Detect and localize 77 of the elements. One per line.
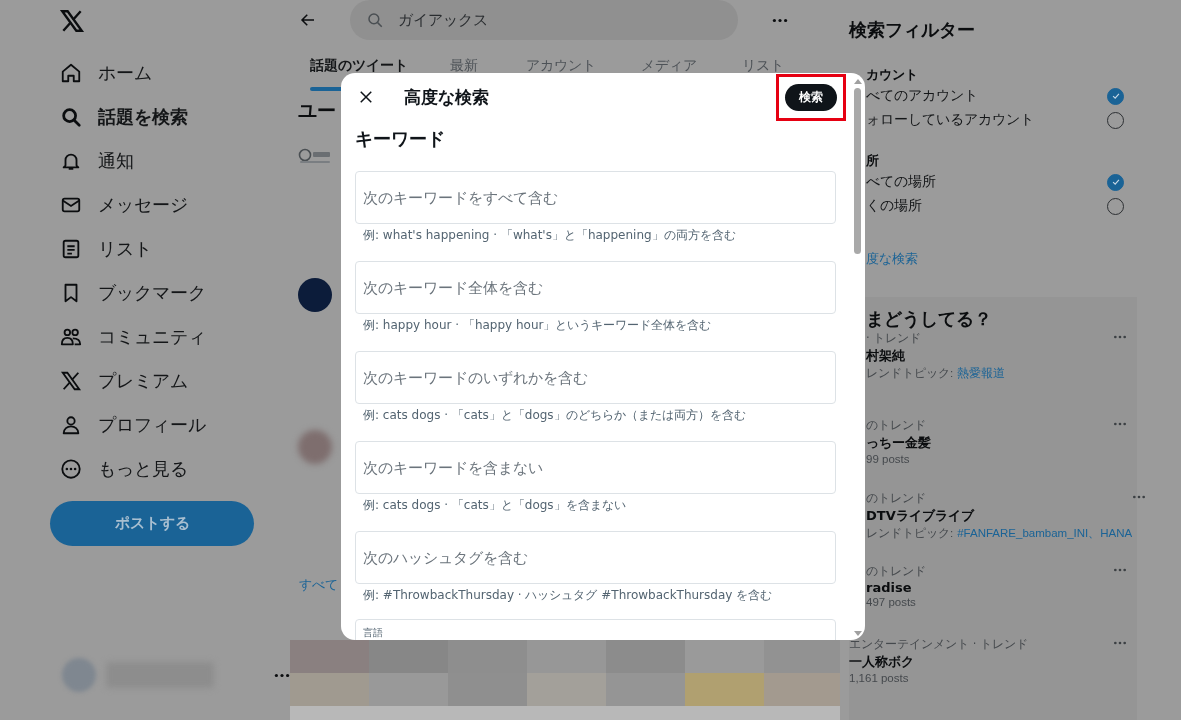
check-icon [1110,91,1121,101]
trend-detail: レンドトピック: [866,366,954,381]
section-heading: キーワード [355,127,446,151]
nav-item[interactable]: 話題を検索 [98,105,188,129]
post-button[interactable]: ポストする [50,501,254,546]
trend-context: のトレンド [866,491,927,506]
trend-context: エンターテインメント · トレンド [849,637,1028,652]
radio-button[interactable] [1107,173,1124,191]
post-count: 99 posts [866,453,911,465]
field-hint: 例: cats dogs · 「cats」と「dogs」のどちらか（または両方）を含む [363,407,747,424]
field-hint: 例: happy hour · 「happy hour」というキーワード全体を含む [363,317,713,334]
x-logo-icon[interactable] [60,370,82,392]
section-heading: ユー [298,98,336,123]
highlight-frame [776,74,846,121]
filter-option[interactable]: ォローしているアカウント [866,111,1034,129]
radio-button[interactable] [1107,87,1124,105]
trend-context: のトレンド [866,418,927,433]
filter-option[interactable]: べての場所 [866,173,936,191]
nav-item[interactable]: 通知 [98,149,134,173]
filter-option[interactable]: べてのアカウント [866,87,978,105]
x-logo-icon[interactable] [58,8,86,34]
filter-heading: カウント [866,66,919,84]
trend-name[interactable]: っちー金髪 [866,434,931,452]
nav-item[interactable]: メッセージ [98,193,188,217]
more-icon[interactable] [274,672,290,678]
nav-item[interactable]: プロフィール [98,413,206,437]
trend-name[interactable]: 村架純 [866,347,1006,365]
filter-heading: 所 [866,152,880,170]
trend-name[interactable]: 一人称ボク [849,653,1028,671]
input-field[interactable]: 次のキーワードをすべて含む [355,171,836,224]
home-icon[interactable] [60,62,82,84]
nav-item[interactable]: ホーム [98,61,152,85]
nav-item[interactable]: コミュニティ [98,325,206,349]
more-icon[interactable] [1113,335,1127,339]
field-hint: 例: #ThrowbackThursday · ハッシュタグ #ThrowbackThursday を含む [363,587,774,604]
back-arrow-icon[interactable] [299,11,317,29]
more-icon[interactable] [772,17,788,23]
more-icon[interactable] [1113,422,1127,426]
panel-title: まどうしてる？ [866,307,993,331]
nav-item[interactable]: プレミアム [98,369,188,393]
filter-option[interactable]: くの場所 [866,197,922,215]
field-hint: 例: what's happening · 「what's」と「happening」の両方を含む [363,227,737,244]
people-icon[interactable] [60,326,82,348]
avatar-icon[interactable] [298,278,332,312]
search-icon [366,11,384,29]
more-icon[interactable] [1113,568,1127,572]
trend-context: のトレンド [866,564,926,579]
check-icon [1110,177,1121,187]
input-field[interactable]: 次のキーワード全体を含む [355,261,836,314]
input-field[interactable]: 次のキーワードを含まない [355,441,836,494]
logo-icon [298,148,332,164]
input-field[interactable]: 言語 [355,619,836,640]
trend-name[interactable]: radise [866,580,926,595]
post-count: 497 posts [866,596,917,608]
post-count: 1,161 posts [849,672,910,684]
more-icon[interactable] [1113,641,1127,645]
nav-item[interactable]: もっと見る [98,457,188,481]
field-hint: 例: cats dogs · 「cats」と「dogs」を含まない [363,497,627,514]
search-field[interactable]: ガイアックス [350,0,738,40]
trend-name[interactable]: DTVライブライブ [866,507,1133,525]
more-icon[interactable] [60,458,82,480]
document-icon[interactable] [60,238,82,260]
tab[interactable]: 話題のツイート [310,57,408,75]
panel-title: 検索フィルター [849,18,975,42]
input-field[interactable]: 次のハッシュタグを含む [355,531,836,584]
dialog-title: 高度な検索 [404,85,489,109]
search-button[interactable]: 検索 [785,83,837,111]
close-icon[interactable] [357,88,375,106]
scrollbar[interactable] [853,79,862,636]
trend-detail: レンドトピック: [866,526,954,541]
person-icon[interactable] [60,414,82,436]
input-field[interactable]: 次のキーワードのいずれかを含む [355,351,836,404]
search-icon[interactable] [60,106,82,128]
nav-item[interactable]: リスト [98,237,152,261]
nav-item[interactable]: ブックマーク [98,281,206,305]
more-icon[interactable] [1132,495,1147,499]
trend-context: · トレンド [866,331,923,346]
